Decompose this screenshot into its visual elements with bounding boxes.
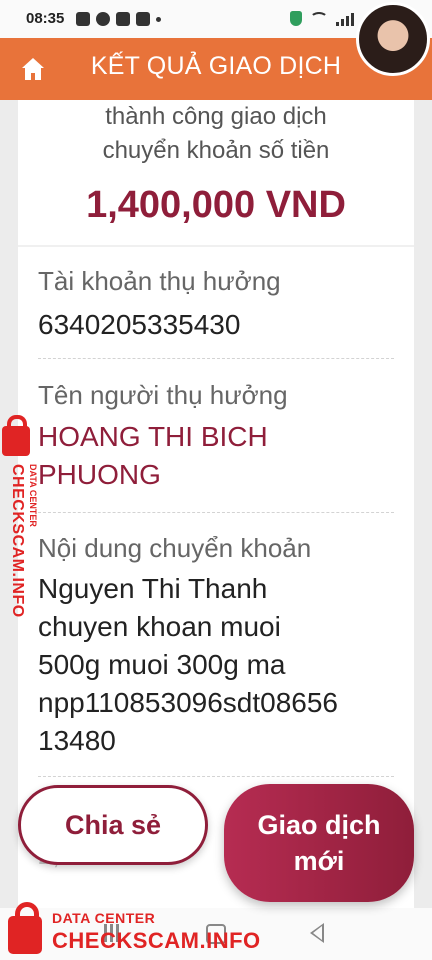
watermark-small-text: DATA CENTER [52,910,156,926]
share-button[interactable]: Chia sẻ [18,785,208,865]
watermark-big-text: CHECKSCAM.INFO [9,464,26,618]
field-divider [38,512,394,513]
transfer-content-line-1: Nguyen Thi Thanh [38,573,268,604]
beneficiary-account-label: Tài khoản thụ hưởng [38,266,281,296]
page-title: KẾT QUẢ GIAO DỊCH [90,52,342,80]
beneficiary-name-line-1: HOANG THI BICH [38,421,268,452]
share-button-label: Chia sẻ [64,809,162,840]
notification-icons [76,12,161,26]
beneficiary-name-line-2: PHUONG [38,459,161,490]
field-divider [38,776,394,777]
messenger-icon [96,12,110,26]
field-divider [38,358,394,359]
beneficiary-account-value: 6340205335430 [38,309,241,340]
home-icon[interactable] [20,56,46,82]
back-icon[interactable] [310,923,324,943]
watermark-small-text: DATA CENTER [28,464,38,527]
section-divider [18,245,414,247]
shield-icon [290,11,302,26]
transfer-amount: 1,400,000 VND [86,184,346,226]
message-icon [76,12,90,26]
transfer-content-label: Nội dung chuyển khoản [38,533,312,563]
side-watermark: CHECKSCAM.INFO DATA CENTER [0,415,40,634]
transfer-content-line-2: chuyen khoan muoi [38,611,281,642]
user-icon [116,12,130,26]
status-time: 08:35 [26,10,65,27]
new-transaction-label-1: Giao dịch [257,810,381,840]
new-transaction-button[interactable]: Giao dịch mới [224,784,414,902]
transfer-content-line-4: npp110853096sdt08656 [38,687,339,718]
wifi-icon [310,12,328,25]
transfer-content-line-3: 500g muoi 300g ma [38,649,286,680]
lock-icon [2,415,30,456]
youtube-icon [136,12,150,26]
lock-icon [8,902,42,954]
success-line-2: chuyển khoản số tiền [102,137,330,164]
beneficiary-name-label: Tên người thụ hưởng [38,380,288,410]
more-dot-icon [156,17,161,22]
transfer-content-line-5: 13480 [38,725,116,756]
watermark-big-text: CHECKSCAM.INFO [52,928,261,953]
signal-icon [336,12,354,26]
bottom-watermark: DATA CENTER CHECKSCAM.INFO [0,900,280,960]
avatar [356,2,430,76]
success-line-1: thành công giao dịch [105,103,327,130]
new-transaction-label-2: mới [293,846,345,876]
